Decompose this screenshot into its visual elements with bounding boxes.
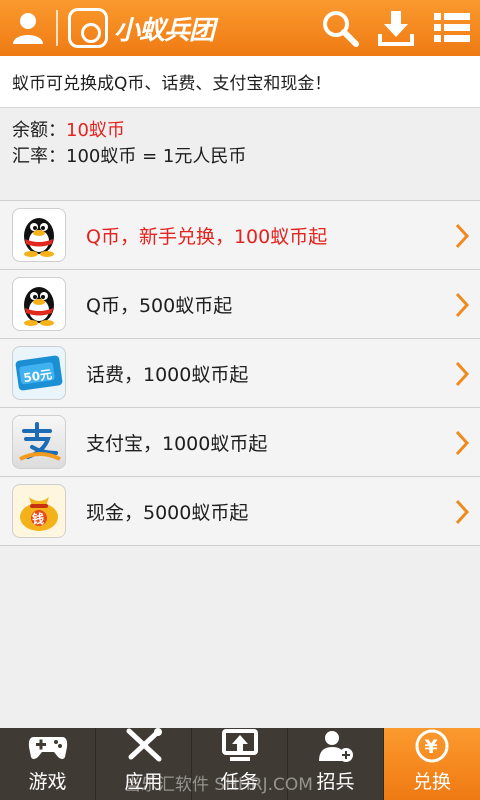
logo-text: 小蚁兵团 <box>114 15 215 46</box>
exchange-item-alipay[interactable]: 支付宝，1000蚁币起 <box>0 408 480 477</box>
download-button[interactable] <box>368 0 424 56</box>
tab-label: 游戏 <box>28 771 67 793</box>
download-icon <box>378 11 414 46</box>
search-button[interactable] <box>312 0 368 56</box>
chevron-right-icon <box>455 499 470 525</box>
chevron-right-icon <box>455 223 470 249</box>
user-icon <box>13 13 43 44</box>
chevron-right-icon <box>455 361 470 387</box>
balance-label: 余额： <box>12 120 66 141</box>
exchange-list: Q币，新手兑换，100蚁币起 Q币，500蚁币起 50元 话费，1000蚁币起 … <box>0 200 480 546</box>
exchange-item-label: 现金，5000蚁币起 <box>86 501 249 524</box>
exchange-item-qcoin[interactable]: Q币，500蚁币起 <box>0 270 480 339</box>
app-logo: 小蚁兵团 <box>68 0 215 56</box>
rate-line: 汇率：100蚁币 = 1元人民币 <box>12 146 247 167</box>
money-bag-text: 钱 <box>32 511 44 526</box>
account-info: 余额：10蚁币 汇率：100蚁币 = 1元人民币 <box>12 118 246 170</box>
qq-penguin-icon <box>12 208 66 262</box>
search-icon <box>323 11 359 47</box>
divider <box>56 10 58 46</box>
balance-line: 余额：10蚁币 <box>12 118 246 144</box>
exchange-item-label: 支付宝，1000蚁币起 <box>86 432 268 455</box>
add-user-icon <box>316 728 356 763</box>
phone-card-icon: 50元 <box>12 346 66 400</box>
profile-button[interactable] <box>0 0 56 56</box>
menu-button[interactable] <box>424 0 480 56</box>
tab-games[interactable]: 游戏 <box>0 728 96 800</box>
exchange-item-qcoin-newbie[interactable]: Q币，新手兑换，100蚁币起 <box>0 201 480 270</box>
top-bar: 小蚁兵团 <box>0 0 480 56</box>
balance-value: 10蚁币 <box>66 120 125 141</box>
chevron-right-icon <box>455 430 470 456</box>
money-bag-icon: 钱 <box>12 484 66 538</box>
alipay-icon <box>12 415 66 469</box>
exchange-item-label: Q币，新手兑换，100蚁币起 <box>86 225 328 248</box>
logo-mark-icon <box>68 8 108 48</box>
exchange-item-cash[interactable]: 钱 现金，5000蚁币起 <box>0 477 480 546</box>
svg-text:¥: ¥ <box>425 736 438 758</box>
exchange-item-label: 话费，1000蚁币起 <box>86 363 249 386</box>
yuan-coin-icon: ¥ <box>412 728 452 763</box>
tab-label: 招兵 <box>316 771 355 793</box>
tab-label: 兑换 <box>412 771 451 793</box>
list-menu-icon <box>434 13 470 42</box>
tools-icon <box>124 727 164 763</box>
exchange-item-label: Q币，500蚁币起 <box>86 294 233 317</box>
gamepad-icon <box>28 728 68 763</box>
exchange-item-phone-credit[interactable]: 50元 话费，1000蚁币起 <box>0 339 480 408</box>
watermark-text: 当乐汇软件 SHHRJ.COM <box>124 775 313 795</box>
chevron-right-icon <box>455 292 470 318</box>
tab-exchange[interactable]: ¥ 兑换 <box>384 728 480 800</box>
notice-text: 蚁币可兑换成Q币、话费、支付宝和现金！ <box>12 74 332 94</box>
upload-screen-icon <box>220 728 260 763</box>
notice-banner: 蚁币可兑换成Q币、话费、支付宝和现金！ <box>0 56 480 108</box>
qq-penguin-icon <box>12 277 66 331</box>
